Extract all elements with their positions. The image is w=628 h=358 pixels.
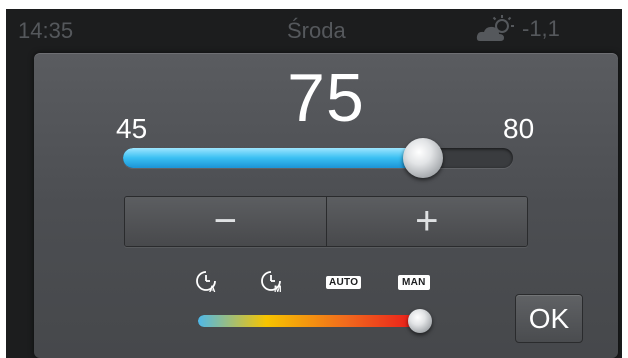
status-temperature: -1,1 [522,16,560,41]
min-value-label: 45 [116,113,148,144]
max-value-label: 80 [503,113,535,144]
stepper-buttons: − + [124,196,528,247]
clock-a-icon: A [196,271,216,294]
svg-text:M: M [274,284,282,294]
mode-slider-fill [198,315,426,327]
mode-selector: A M AUTO MAN [194,271,454,294]
status-time: 14:35 [18,18,74,43]
svg-text:A: A [209,284,216,294]
value-slider-track[interactable] [123,148,513,168]
ok-button[interactable]: OK [515,294,583,343]
mode-clock-a[interactable]: A [194,271,220,294]
mode-man-label: MAN [398,274,430,290]
status-weather: -1,1 [476,15,560,43]
decrement-button[interactable]: − [125,197,326,246]
mode-auto[interactable]: AUTO [326,271,362,293]
temperature-dialog: 75 45 80 − + A M AUTO MAN OK [34,53,618,358]
status-bar: 14:35 Środa -1,1 [6,9,622,49]
value-slider-knob[interactable] [403,138,443,178]
increment-button[interactable]: + [325,197,527,246]
partly-cloudy-icon [476,15,514,41]
mode-clock-m[interactable]: M [260,271,286,294]
mode-slider-track[interactable] [198,315,428,327]
mode-auto-label: AUTO [326,275,362,289]
status-day: Środa [287,18,346,43]
mode-slider-knob[interactable] [408,309,432,333]
clock-m-icon: M [261,271,282,294]
value-slider-fill [123,148,423,168]
mode-man[interactable]: MAN [398,271,430,293]
thermostat-screen: 14:35 Środa -1,1 75 45 80 − + A M AUTO M… [6,9,622,358]
